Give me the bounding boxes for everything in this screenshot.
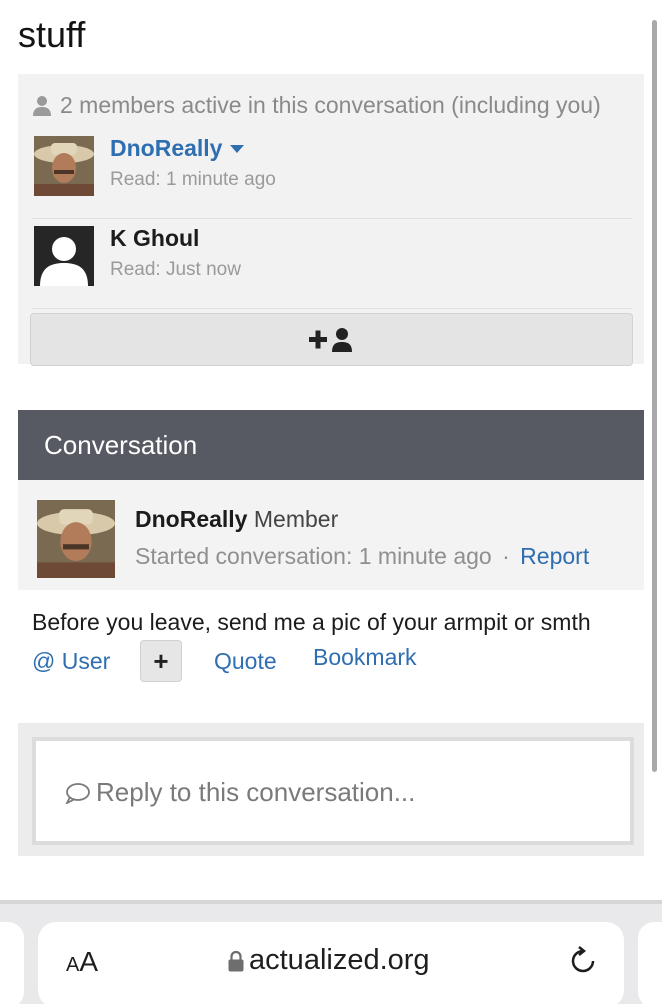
reply-area: Reply to this conversation... <box>18 723 644 856</box>
url-display[interactable]: actualized.org <box>228 944 430 977</box>
member-name-link[interactable]: DnoReally <box>110 135 245 162</box>
reply-placeholder-text: Reply to this conversation... <box>96 777 416 807</box>
browser-toolbar: AA actualized.org <box>0 900 662 1008</box>
author-name[interactable]: DnoReally <box>135 506 247 532</box>
member-name[interactable]: DnoReally <box>110 135 222 162</box>
user-icon <box>33 95 51 116</box>
bookmark-link[interactable]: Bookmark <box>313 644 417 671</box>
scrollbar[interactable] <box>652 20 657 772</box>
text-size-small: A <box>66 954 80 976</box>
member-read-status: Read: Just now <box>110 259 241 280</box>
invite-member-button[interactable] <box>30 313 633 366</box>
quote-link[interactable]: Quote <box>214 648 277 675</box>
previous-tab-edge[interactable] <box>0 922 24 1008</box>
author-role: Member <box>253 506 339 532</box>
report-link[interactable]: Report <box>520 543 589 569</box>
page-title: stuff <box>18 14 86 55</box>
message-actions: @ User + Quote Bookmark <box>32 640 632 682</box>
plus-button[interactable]: + <box>140 640 182 682</box>
next-tab-edge[interactable] <box>638 922 662 1008</box>
add-user-icon <box>308 327 352 352</box>
member-name[interactable]: K Ghoul <box>110 225 199 252</box>
message-meta: DnoReally Member Started conversation: 1… <box>18 480 644 590</box>
message-body: Before you leave, send me a pic of your … <box>32 609 591 635</box>
separator: · <box>502 543 510 569</box>
members-heading-text: 2 members active in this conversation (i… <box>60 92 601 118</box>
avatar[interactable] <box>34 226 94 286</box>
started-time: Started conversation: 1 minute ago <box>135 543 492 569</box>
members-heading: 2 members active in this conversation (i… <box>32 92 601 119</box>
reply-placeholder[interactable]: Reply to this conversation... <box>64 777 415 808</box>
member-row: K Ghoul Read: Just now <box>32 219 632 309</box>
caret-down-icon[interactable] <box>230 144 245 153</box>
lock-icon <box>228 950 244 971</box>
reply-input[interactable]: Reply to this conversation... <box>32 737 634 845</box>
conversation-header-title: Conversation <box>44 430 198 460</box>
members-panel: 2 members active in this conversation (i… <box>18 74 644 366</box>
message-started: Started conversation: 1 minute ago · Rep… <box>135 543 589 570</box>
speech-bubble-icon <box>65 782 90 804</box>
text-size-button[interactable]: AA <box>66 946 98 978</box>
url-text: actualized.org <box>249 944 430 976</box>
avatar[interactable] <box>34 136 94 196</box>
member-read-status: Read: 1 minute ago <box>110 169 276 190</box>
conversation-header: Conversation <box>18 410 644 480</box>
member-row: DnoReally Read: 1 minute ago <box>32 129 632 219</box>
address-bar[interactable]: AA actualized.org <box>38 922 624 1008</box>
mention-user-link[interactable]: @ User <box>32 648 110 675</box>
text-size-big: A <box>79 946 99 977</box>
avatar[interactable] <box>37 500 115 578</box>
reload-icon[interactable] <box>566 944 600 978</box>
message-author: DnoReally Member <box>135 506 338 533</box>
